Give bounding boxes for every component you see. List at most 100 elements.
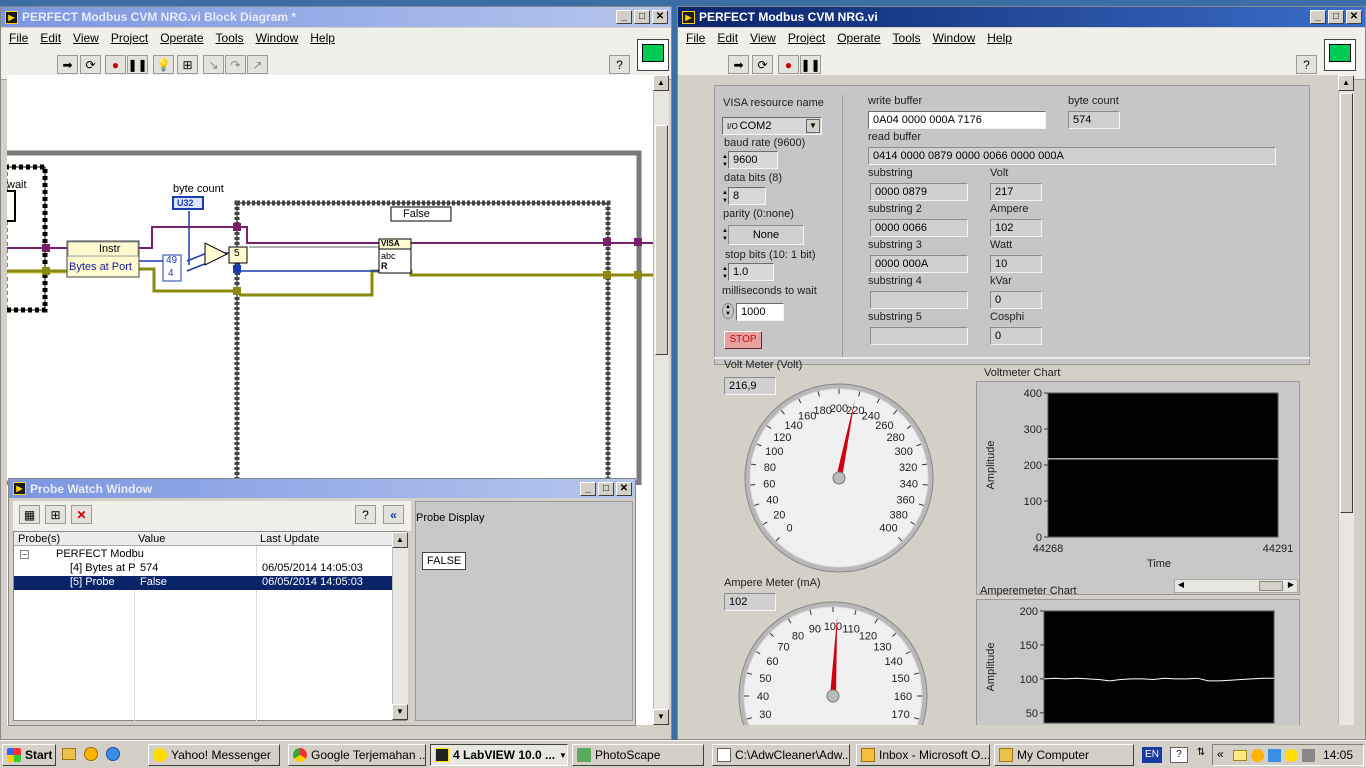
probe-window-titlebar[interactable]: ▶ Probe Watch Window _ □ ✕ [9,479,635,498]
internet-explorer-icon[interactable] [106,747,120,761]
table-row[interactable]: [5] Probe False 06/05/2014 14:05:03 [14,576,392,590]
front-panel-titlebar[interactable]: ▶ PERFECT Modbus CVM NRG.vi _ □ ✕ [678,7,1365,27]
minimize-button[interactable]: _ [1310,10,1326,24]
probe-minimize-button[interactable]: _ [580,482,596,496]
maximize-button[interactable]: □ [634,10,650,24]
help-icon[interactable]: ? [1170,747,1188,763]
context-help-icon[interactable]: ? [609,55,630,74]
clock[interactable]: 14:05 [1323,748,1353,762]
chevron-down-icon[interactable]: ▼ [806,119,820,133]
close-button[interactable]: ✕ [652,10,668,24]
delete-probe-icon[interactable]: ✕ [71,505,92,524]
toolbar-options-icon[interactable]: ⇅ [1194,747,1208,763]
tree-collapse-icon[interactable]: − [20,550,29,559]
tray-expand-icon[interactable]: « [1217,747,1224,761]
menu-view[interactable]: View [750,31,776,45]
parity-ring[interactable]: None [728,225,804,245]
scroll-down-arrow[interactable]: ▼ [653,709,669,725]
block-diagram-titlebar[interactable]: ▶ PERFECT Modbus CVM NRG.vi Block Diagra… [1,7,671,27]
clock-app-icon[interactable] [84,747,98,761]
maximize-button[interactable]: □ [1328,10,1344,24]
menu-project[interactable]: Project [788,31,825,45]
pause-icon[interactable]: ❚❚ [800,55,821,74]
probe-list[interactable]: Probe(s) Value Last Update − PERFECT Mod… [13,531,408,722]
task-labview[interactable]: 4 LabVIEW 10.0 ... ▼ [430,744,568,766]
step-into-icon[interactable]: ↘ [203,55,224,74]
vi-icon[interactable] [1324,39,1356,71]
stop-button[interactable]: STOP [724,331,762,349]
menu-window[interactable]: Window [256,31,299,45]
column-value[interactable]: Value [138,533,165,545]
folder-icon[interactable] [62,748,76,760]
menu-operate[interactable]: Operate [160,31,203,45]
table-row[interactable]: − PERFECT Modbu [18,548,378,562]
task-my-computer[interactable]: My Computer [994,744,1134,766]
menu-edit[interactable]: Edit [40,31,61,45]
pause-icon[interactable]: ❚❚ [127,55,148,74]
chart-scrollbar[interactable]: ◀ ▶ [1174,579,1298,593]
baud-rate-field[interactable]: 9600 [728,151,778,169]
run-continuously-icon[interactable]: ⟳ [80,55,101,74]
menu-tools[interactable]: Tools [893,31,921,45]
vi-icon[interactable] [637,39,669,71]
column-last-update[interactable]: Last Update [260,533,319,545]
menu-operate[interactable]: Operate [837,31,880,45]
start-button[interactable]: Start [2,744,56,766]
close-button[interactable]: ✕ [1346,10,1362,24]
probe-close-button[interactable]: ✕ [616,482,632,496]
run-arrow-icon[interactable]: ➡ [728,55,749,74]
highlight-execution-icon[interactable]: 💡 [153,55,174,74]
data-bits-field[interactable]: 8 [728,187,766,205]
minimize-button[interactable]: _ [616,10,632,24]
new-probe-icon[interactable]: ▦ [19,505,40,524]
visa-resource-select[interactable]: I/O COM2 ▼ [722,117,822,135]
probe-tree-icon[interactable]: ⊞ [45,505,66,524]
menu-file[interactable]: File [686,31,705,45]
stop-bits-field[interactable]: 1.0 [728,263,774,281]
scroll-up-arrow[interactable]: ▲ [392,532,408,548]
menu-edit[interactable]: Edit [717,31,738,45]
probe-list-scrollbar[interactable]: ▲ ▼ [392,532,408,720]
menu-tools[interactable]: Tools [216,31,244,45]
probe-help-icon[interactable]: ? [355,505,376,524]
clock-app-icon[interactable] [1251,749,1264,762]
panel-vertical-scrollbar[interactable]: ▲ [1338,75,1354,725]
ms-wait-increment-icon[interactable]: ▲ ▼ [722,303,734,319]
task-photoscape[interactable]: PhotoScape [572,744,704,766]
volume-icon[interactable] [1302,749,1315,762]
context-help-icon[interactable]: ? [1296,55,1317,74]
write-buffer-field[interactable]: 0A04 0000 000A 7176 [868,111,1046,129]
scroll-left-arrow[interactable]: ◀ [1175,580,1187,592]
probe-maximize-button[interactable]: □ [598,482,614,496]
ms-wait-field[interactable]: 1000 [736,303,784,321]
task-outlook[interactable]: Inbox - Microsoft O... [856,744,990,766]
step-over-icon[interactable]: ↷ [225,55,246,74]
retain-wire-values-icon[interactable]: ⊞ [177,55,198,74]
menu-help[interactable]: Help [310,31,335,45]
task-adwcleaner[interactable]: C:\AdwCleaner\Adw... [712,744,850,766]
language-indicator[interactable]: EN [1142,747,1162,763]
messenger-tray-icon[interactable] [1285,749,1298,762]
menu-window[interactable]: Window [933,31,976,45]
case-selector-label[interactable]: False [403,208,430,220]
abort-icon[interactable]: ● [105,55,126,74]
run-continuously-icon[interactable]: ⟳ [752,55,773,74]
menu-project[interactable]: Project [111,31,148,45]
collapse-display-icon[interactable]: « [383,505,404,524]
step-out-icon[interactable]: ↗ [247,55,268,74]
run-arrow-icon[interactable]: ➡ [57,55,78,74]
scroll-right-arrow[interactable]: ▶ [1285,580,1297,592]
scroll-thumb[interactable] [655,125,668,355]
column-probes[interactable]: Probe(s) [18,533,60,545]
scroll-down-arrow[interactable]: ▼ [392,704,408,720]
diagram-vertical-scrollbar[interactable]: ▲ ▼ [653,75,669,725]
scroll-up-arrow[interactable]: ▲ [1338,75,1354,91]
menu-help[interactable]: Help [987,31,1012,45]
task-google-translate[interactable]: Google Terjemahan ... [288,744,426,766]
task-yahoo-messenger[interactable]: Yahoo! Messenger [148,744,280,766]
table-row[interactable]: [4] Bytes at P 574 06/05/2014 14:05:03 [18,562,392,576]
scroll-up-arrow[interactable]: ▲ [653,75,669,91]
abort-icon[interactable]: ● [778,55,799,74]
menu-view[interactable]: View [73,31,99,45]
network-icon[interactable] [1268,749,1281,762]
